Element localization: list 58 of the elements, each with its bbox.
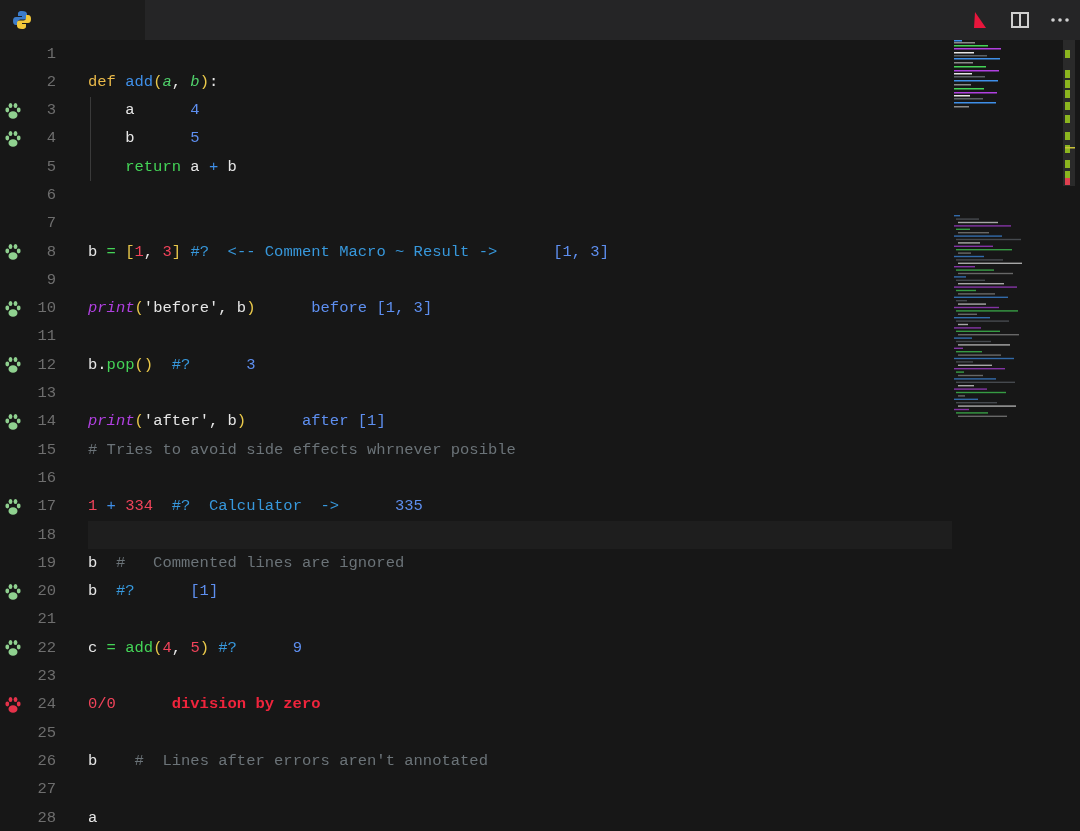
code-line: b # Commented lines are ignored: [88, 552, 405, 574]
line-number: 11: [36, 326, 56, 348]
more-actions-icon[interactable]: [1051, 18, 1069, 22]
line-number: 20: [36, 581, 56, 603]
code-line: return a + b: [124, 156, 237, 178]
line-number: 15: [36, 439, 56, 461]
inline-result: 335: [394, 496, 423, 518]
inline-result: [1, 3]: [553, 241, 609, 263]
code-line: 1 + 334 #? Calculator ->: [88, 496, 340, 518]
line-number: 1: [45, 43, 56, 65]
line-number: 17: [36, 496, 56, 518]
inline-result: 3: [246, 354, 256, 376]
triangle-icon[interactable]: [973, 11, 987, 29]
line-number: 19: [36, 552, 56, 574]
code-line: # Tries to avoid side effects whrnever posible: [88, 439, 516, 461]
code-line: c = add(4, 5) #?: [88, 637, 237, 659]
inline-result: 9: [292, 637, 302, 659]
line-number: 27: [36, 779, 56, 801]
line-number: 6: [45, 185, 56, 206]
line-number: 21: [36, 609, 56, 631]
line-number: 9: [45, 269, 56, 291]
python-file-icon: [12, 10, 32, 30]
line-number: 7: [45, 213, 56, 235]
line-number: 18: [36, 524, 56, 546]
code-line: a: [88, 807, 98, 829]
line-number: 12: [36, 354, 56, 376]
line-number: 24: [36, 694, 56, 716]
code-line: def add(a, b):: [88, 71, 219, 93]
error-message: division by zero: [171, 694, 321, 716]
line-number: 4: [45, 128, 56, 150]
inline-result: 5: [190, 128, 200, 150]
line-number: 22: [36, 637, 56, 659]
line-number: 16: [36, 467, 56, 489]
code-line: print('before', b): [88, 298, 256, 320]
code-line: b: [124, 128, 135, 150]
code-line: b = [1, 3] #? <-- Comment Macro ~ Result ->: [88, 241, 498, 263]
line-number: 3: [45, 100, 56, 122]
line-number: 13: [36, 383, 56, 405]
line-number: 28: [36, 807, 56, 829]
line-number: 10: [36, 298, 56, 320]
line-number: 14: [36, 411, 56, 433]
inline-result: before [1, 3]: [311, 298, 433, 320]
line-number: 8: [45, 241, 56, 263]
inline-result: [1]: [190, 581, 219, 603]
line-number: 2: [45, 71, 56, 93]
line-number: 25: [36, 722, 56, 744]
code-line: b # Lines after errors aren't annotated: [88, 750, 488, 772]
code-line: 0/0: [88, 694, 116, 716]
code-line: print('after', b): [88, 411, 247, 433]
line-number: 5: [45, 156, 56, 178]
line-number: 26: [36, 750, 56, 772]
inline-result: 4: [190, 100, 200, 122]
split-editor-icon[interactable]: [1011, 12, 1029, 28]
code-line: b.pop() #?: [88, 354, 191, 376]
code-line: b #?: [88, 581, 135, 603]
line-number: 23: [36, 666, 56, 688]
inline-result: after [1]: [301, 411, 386, 433]
code-line: a: [124, 100, 135, 122]
